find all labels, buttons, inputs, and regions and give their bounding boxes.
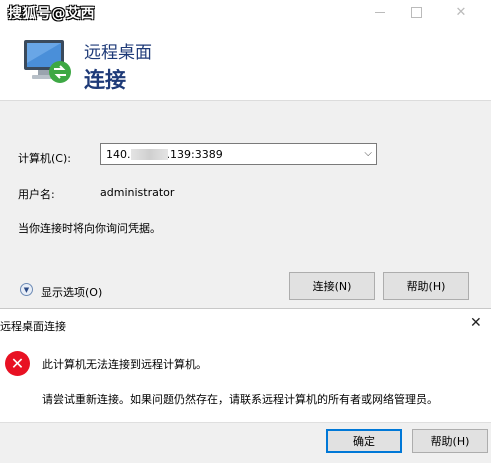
- username-label: 用户名:: [18, 188, 55, 201]
- error-icon: ✕: [5, 351, 30, 376]
- app-name: 远程桌面: [84, 43, 152, 63]
- chevron-down-icon[interactable]: ⌵: [364, 148, 372, 159]
- error-detail: 请尝试重新连接。如果问题仍然存在，请联系远程计算机的所有者或网络管理员。: [42, 393, 438, 406]
- username-value: administrator: [100, 186, 175, 199]
- minimize-icon: [375, 11, 385, 13]
- dialog-close-icon[interactable]: ✕: [470, 315, 482, 331]
- close-icon: ✕: [455, 4, 467, 20]
- connect-button[interactable]: 连接(N): [289, 272, 375, 300]
- ok-button[interactable]: 确定: [326, 429, 402, 453]
- remote-desktop-icon: [24, 40, 71, 83]
- maximize-icon: [410, 6, 422, 18]
- page-title: 连接: [84, 68, 126, 92]
- title-bar: 搜狐号@艾西 ✕: [0, 0, 491, 24]
- help-button[interactable]: 帮助(H): [383, 272, 469, 300]
- maximize-button[interactable]: [396, 0, 436, 24]
- minimize-button[interactable]: [360, 0, 400, 24]
- header-banner: 远程桌面 连接: [0, 24, 491, 100]
- divider: [0, 100, 491, 101]
- expand-options-icon[interactable]: ▼: [20, 283, 33, 296]
- show-options-link[interactable]: 显示选项(O): [41, 284, 102, 300]
- computer-label: 计算机(C):: [18, 152, 71, 165]
- rdp-window: 搜狐号@艾西 ✕ 远程桌面 连接 计算机(C): 140. .139:3389 ⌵…: [0, 0, 491, 310]
- credentials-hint: 当你连接时将向你询问凭据。: [18, 222, 161, 235]
- window-close-button[interactable]: ✕: [441, 0, 481, 24]
- error-dialog: 远程桌面连接 ✕ ✕ 此计算机无法连接到远程计算机。 请尝试重新连接。如果问题仍…: [0, 308, 491, 463]
- redacted-block: [131, 149, 168, 160]
- computer-combobox[interactable]: 140. .139:3389 ⌵: [100, 143, 377, 165]
- dialog-title: 远程桌面连接: [0, 320, 66, 333]
- error-message: 此计算机无法连接到远程计算机。: [42, 358, 207, 371]
- watermark-text: 搜狐号@艾西: [8, 6, 95, 22]
- dialog-help-button[interactable]: 帮助(H): [412, 429, 488, 453]
